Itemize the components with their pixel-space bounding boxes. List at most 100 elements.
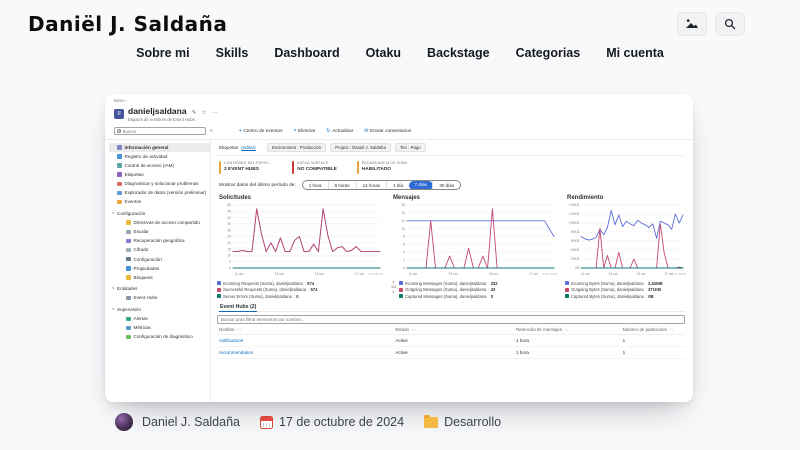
- stat-status-bar: [357, 161, 359, 174]
- search-button[interactable]: [715, 12, 745, 36]
- author-name[interactable]: Daniel J. Saldaña: [142, 415, 240, 429]
- period-pill[interactable]: 1 día: [386, 181, 409, 189]
- sidebar-item-label: Control de acceso (IAM): [125, 163, 175, 169]
- sidebar-item[interactable]: Explorador de datos (versión preliminar): [109, 189, 210, 198]
- toolbar-button[interactable]: × Eliminar: [294, 128, 316, 134]
- sidebar-item[interactable]: Diagnosticar y solucionar problemas: [109, 179, 210, 188]
- favorite-icon[interactable]: ☆: [202, 110, 207, 116]
- resource-menu-search[interactable]: [114, 127, 206, 135]
- sort-icon[interactable]: ↑↓: [411, 327, 415, 332]
- table-row[interactable]: recommendation Active 1 hora 1: [217, 347, 685, 359]
- site-logo[interactable]: Daniël J. Saldaña: [28, 12, 227, 36]
- sidebar-item-icon: [126, 296, 131, 301]
- legend-item[interactable]: Captured Messages (Suma), danieljsaldana…: [399, 294, 558, 299]
- sidebar-item[interactable]: ∨ Supervisión: [109, 305, 210, 314]
- nav-link[interactable]: Categorias: [516, 46, 581, 60]
- tag-pill: Project : Daniel J. Saldaña: [330, 143, 391, 152]
- nav-link[interactable]: Mi cuenta: [606, 46, 664, 60]
- tag-pill: Tier : Pago: [395, 143, 426, 152]
- edit-icon[interactable]: ✎: [192, 110, 197, 116]
- theme-toggle-button[interactable]: [677, 12, 707, 36]
- collapse-menu-icon[interactable]: «: [210, 128, 213, 134]
- sidebar-item[interactable]: ∨ Entidades: [109, 285, 210, 294]
- table-filter-input[interactable]: [221, 317, 681, 322]
- sidebar-item-label: Métricas: [134, 325, 151, 331]
- sidebar-item[interactable]: Event Hubs: [109, 294, 210, 303]
- sidebar-item-icon: [117, 200, 122, 205]
- legend-item[interactable]: Incoming Bytes (Suma), danieljsaldana 2,…: [565, 281, 687, 286]
- toolbar-button[interactable]: ✉ Enviar comentarios: [364, 128, 411, 134]
- nav-link[interactable]: Sobre mi: [136, 46, 190, 60]
- period-pill[interactable]: 7 días: [409, 181, 433, 190]
- site-header: Daniël J. Saldaña: [0, 0, 800, 36]
- pager-down-icon[interactable]: ∨: [392, 290, 395, 295]
- sort-icon[interactable]: ↑↓: [237, 327, 241, 332]
- nav-link[interactable]: Dashboard: [274, 46, 339, 60]
- sidebar-item-label: Escalar: [134, 229, 149, 235]
- period-pill[interactable]: 1 hora: [303, 181, 328, 189]
- post-category[interactable]: Desarrollo: [444, 415, 501, 429]
- sidebar-item[interactable]: Bloqueos: [109, 273, 210, 282]
- sidebar-item-icon: [117, 154, 122, 159]
- sidebar-item[interactable]: Directivas de acceso compartido: [109, 218, 210, 227]
- svg-text:100KB: 100KB: [569, 221, 580, 225]
- legend-item[interactable]: Incoming Requests (Suma), danieljsaldana…: [217, 281, 384, 286]
- sort-icon[interactable]: ↑↓: [669, 327, 673, 332]
- period-pill[interactable]: 12 horas: [356, 181, 387, 189]
- event-hubs-tab[interactable]: Event Hubs (2): [219, 304, 257, 313]
- more-icon[interactable]: ···: [212, 110, 218, 116]
- resource-menu-search-input[interactable]: [123, 129, 204, 134]
- sort-icon[interactable]: ↑↓: [564, 327, 568, 332]
- svg-text:120KB: 120KB: [569, 212, 580, 216]
- main-nav: Sobre mi Skills Dashboard Otaku Backstage Cat…: [0, 46, 800, 60]
- legend-item[interactable]: Successful Requests (Suma), danieljsalda…: [217, 287, 384, 292]
- nav-link[interactable]: Otaku: [366, 46, 401, 60]
- sidebar-item[interactable]: Recuperación geográfica: [109, 237, 210, 246]
- toolbar-button[interactable]: + Centro de eventos: [239, 128, 283, 134]
- sidebar-item[interactable]: Alertas: [109, 314, 210, 323]
- legend-item[interactable]: Outgoing Messages (Suma), danieljsaldana…: [399, 287, 558, 292]
- period-pill[interactable]: 6 horas: [328, 181, 356, 189]
- nav-link[interactable]: Backstage: [427, 46, 490, 60]
- sidebar-item-label: Configuración: [117, 211, 145, 217]
- column-header[interactable]: Número de particiones ↑↓: [623, 327, 683, 332]
- calendar-icon: [260, 416, 273, 429]
- sidebar-item[interactable]: Configuración: [109, 255, 210, 264]
- stat-label: CONTENIDO DEL ESPAC...: [224, 161, 272, 165]
- sidebar-item[interactable]: Eventos: [109, 198, 210, 207]
- legend-item[interactable]: Captured Bytes (Suma), danieljsaldana 0B: [565, 294, 687, 299]
- table-row[interactable]: notifications Active 1 hora 1: [217, 335, 685, 347]
- column-header[interactable]: Retención de mensajes ↑↓: [516, 327, 623, 332]
- sidebar-item-label: Recuperación geográfica: [134, 238, 185, 244]
- legend-item[interactable]: Server Errors (Suma), danieljsaldana 0: [217, 294, 384, 299]
- sidebar-item-icon: [117, 172, 122, 177]
- event-hub-name-link[interactable]: notifications: [219, 338, 395, 343]
- post-screenshot-card[interactable]: Inicio › ≡ danieljsaldana ✎ ☆ ··· Espaci…: [105, 94, 693, 402]
- table-filter[interactable]: [217, 315, 685, 324]
- column-header-label: Retención de mensajes: [516, 327, 562, 332]
- sidebar-item[interactable]: Etiquetas: [109, 170, 210, 179]
- sidebar-item[interactable]: Escalar: [109, 227, 210, 236]
- period-pill[interactable]: 30 días: [432, 181, 460, 189]
- column-header[interactable]: Estado ↑↓: [395, 327, 516, 332]
- svg-text:13 oct: 13 oct: [608, 272, 617, 276]
- column-header[interactable]: Nombre ↑↓: [219, 327, 395, 332]
- sidebar-item[interactable]: Control de acceso (IAM): [109, 161, 210, 170]
- toolbar-button[interactable]: ↻ Actualizar: [326, 128, 353, 134]
- nav-link[interactable]: Skills: [216, 46, 249, 60]
- tags-list: Environment : ProducciónProject : Daniel…: [267, 143, 426, 152]
- legend-item[interactable]: Outgoing Bytes (Suma), danieljsaldana 37…: [565, 287, 687, 292]
- sidebar-item[interactable]: Registro de actividad: [109, 152, 210, 161]
- sidebar-item[interactable]: Métricas: [109, 324, 210, 333]
- sidebar-item-label: Etiquetas: [125, 172, 144, 178]
- sidebar-item[interactable]: Propiedades: [109, 264, 210, 273]
- namespace-stats: CONTENIDO DEL ESPAC... 2 EVENT HUBS KAFK…: [217, 156, 685, 178]
- sidebar-item[interactable]: Información general: [109, 143, 210, 152]
- event-hub-name-link[interactable]: recommendation: [219, 350, 395, 355]
- tags-edit-link[interactable]: (editar): [241, 145, 256, 150]
- legend-item[interactable]: Incoming Messages (Suma), danieljsaldana…: [399, 281, 558, 286]
- sidebar-item[interactable]: Cifrado: [109, 246, 210, 255]
- sidebar-item[interactable]: ∨ Configuración: [109, 209, 210, 218]
- stat-value: HABILITADO: [362, 167, 407, 172]
- sidebar-item[interactable]: Configuración de diagnóstico: [109, 333, 210, 342]
